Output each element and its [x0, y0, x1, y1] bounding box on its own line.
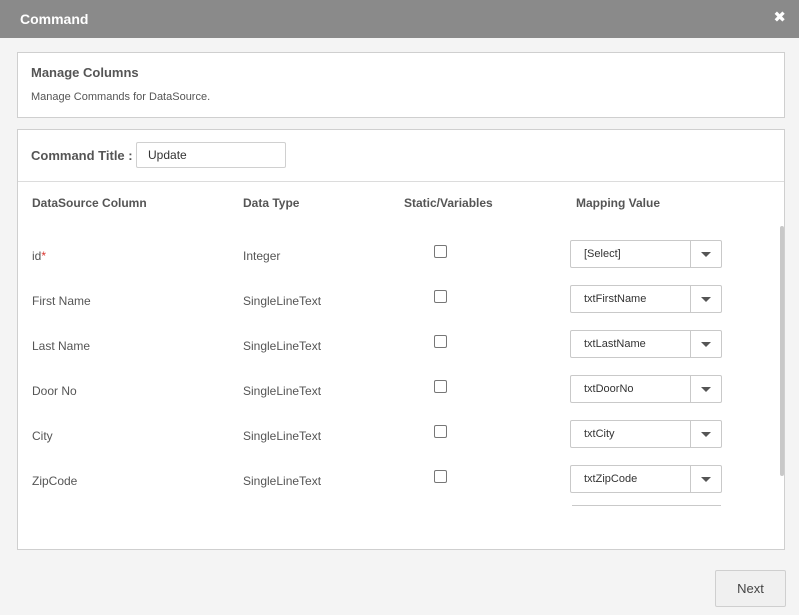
- dialog-title: Command: [20, 11, 89, 27]
- dropdown-button[interactable]: [690, 331, 721, 357]
- manage-columns-panel: Manage Columns Manage Commands for DataS…: [17, 52, 785, 118]
- static-checkbox[interactable]: [434, 245, 447, 258]
- column-name-text: id: [32, 249, 42, 263]
- mapping-dropdown[interactable]: txtLastName: [570, 330, 722, 358]
- manage-columns-title: Manage Columns: [31, 65, 139, 80]
- data-type: Integer: [243, 249, 281, 263]
- column-name: id*: [32, 249, 46, 263]
- column-name: ZipCode: [32, 474, 78, 488]
- static-checkbox[interactable]: [434, 425, 447, 438]
- command-title-label: Command Title :: [31, 148, 133, 163]
- dropdown-button[interactable]: [690, 241, 721, 267]
- table-row: First Name SingleLineText txtFirstName: [18, 285, 778, 316]
- dialog-titlebar: Command ✖: [0, 0, 799, 38]
- command-title-input[interactable]: [136, 142, 286, 168]
- next-button[interactable]: Next: [715, 570, 786, 607]
- table-row: City SingleLineText txtCity: [18, 420, 778, 451]
- dropdown-button[interactable]: [690, 421, 721, 447]
- mapping-dropdown[interactable]: txtCity: [570, 420, 722, 448]
- partial-dropdown-edge: [572, 505, 721, 506]
- scrollbar[interactable]: [780, 226, 784, 476]
- chevron-down-icon: [701, 432, 711, 437]
- chevron-down-icon: [701, 477, 711, 482]
- static-checkbox[interactable]: [434, 290, 447, 303]
- dropdown-button[interactable]: [690, 376, 721, 402]
- required-mark: *: [41, 249, 47, 263]
- close-icon[interactable]: ✖: [773, 10, 786, 26]
- chevron-down-icon: [701, 252, 711, 257]
- manage-columns-subtitle: Manage Commands for DataSource.: [31, 91, 211, 103]
- mapping-dropdown[interactable]: txtDoorNo: [570, 375, 722, 403]
- static-checkbox[interactable]: [434, 335, 447, 348]
- dropdown-button[interactable]: [690, 286, 721, 312]
- mapping-value: txtDoorNo: [584, 383, 634, 395]
- chevron-down-icon: [701, 342, 711, 347]
- chevron-down-icon: [701, 297, 711, 302]
- command-panel: Command Title : DataSource Column Data T…: [17, 129, 785, 550]
- table-row: Last Name SingleLineText txtLastName: [18, 330, 778, 361]
- mapping-value: txtLastName: [584, 338, 646, 350]
- mapping-value: [Select]: [584, 248, 621, 260]
- mapping-value: txtZipCode: [584, 473, 638, 485]
- divider: [18, 181, 784, 182]
- column-name: Door No: [32, 384, 77, 398]
- column-header-data-type: Data Type: [243, 196, 300, 210]
- table-row: id* Integer [Select]: [18, 240, 778, 271]
- data-type: SingleLineText: [243, 294, 322, 308]
- data-type: SingleLineText: [243, 474, 322, 488]
- chevron-down-icon: [701, 387, 711, 392]
- column-header-datasource: DataSource Column: [32, 196, 147, 210]
- column-name: City: [32, 429, 53, 443]
- table-row: ZipCode SingleLineText txtZipCode: [18, 465, 778, 496]
- mapping-value: txtCity: [584, 428, 615, 440]
- data-type: SingleLineText: [243, 339, 322, 353]
- column-header-mapping-value: Mapping Value: [576, 196, 661, 210]
- mapping-dropdown[interactable]: txtZipCode: [570, 465, 722, 493]
- table-row: Door No SingleLineText txtDoorNo: [18, 375, 778, 406]
- mapping-value: txtFirstName: [584, 293, 647, 305]
- dropdown-button[interactable]: [690, 466, 721, 492]
- column-header-static-variables: Static/Variables: [404, 196, 493, 210]
- mapping-dropdown[interactable]: txtFirstName: [570, 285, 722, 313]
- column-name: Last Name: [32, 339, 91, 353]
- column-name: First Name: [32, 294, 91, 308]
- data-type: SingleLineText: [243, 429, 322, 443]
- mapping-dropdown[interactable]: [Select]: [570, 240, 722, 268]
- data-type: SingleLineText: [243, 384, 322, 398]
- static-checkbox[interactable]: [434, 470, 447, 483]
- static-checkbox[interactable]: [434, 380, 447, 393]
